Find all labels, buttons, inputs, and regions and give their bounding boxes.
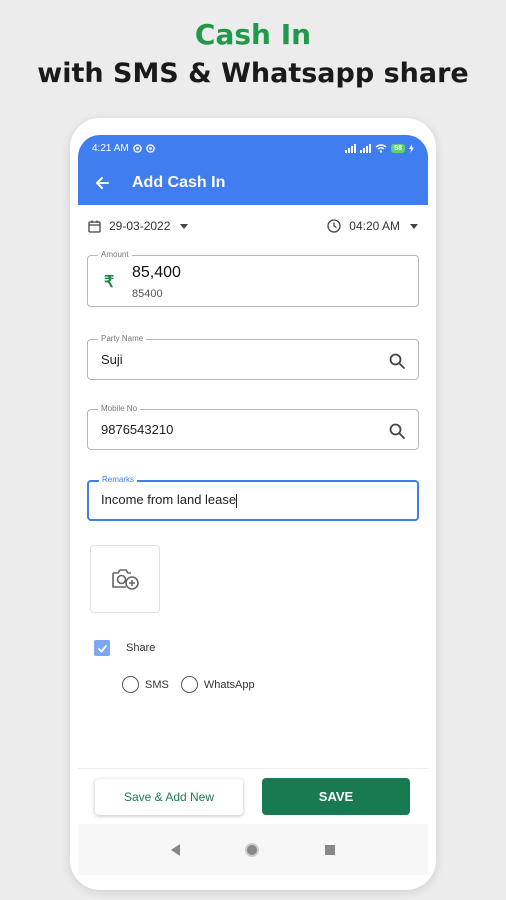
search-icon[interactable] xyxy=(388,422,406,440)
nav-recents-icon[interactable] xyxy=(325,844,336,855)
add-photo-icon xyxy=(112,569,139,590)
remarks-value: Income from land lease xyxy=(101,492,237,507)
amount-label: Amount xyxy=(98,250,132,259)
mobile-no-field[interactable]: Mobile No 9876543210 xyxy=(87,404,419,450)
phone-frame: 4:21 AM 58 Add Cash In 29-03-2022 04:20 … xyxy=(70,118,436,890)
party-name-value: Suji xyxy=(101,352,123,367)
sms-option[interactable]: SMS xyxy=(122,676,169,693)
chevron-down-icon xyxy=(180,223,189,229)
share-options: SMS WhatsApp xyxy=(122,676,255,693)
rupee-icon: ₹ xyxy=(104,274,115,291)
signal-icon xyxy=(360,143,372,153)
whatsapp-option[interactable]: WhatsApp xyxy=(180,676,255,693)
date-picker[interactable]: 29-03-2022 xyxy=(88,219,189,233)
share-label: Share xyxy=(126,642,156,654)
share-checkbox[interactable] xyxy=(94,640,110,656)
battery-icon: 58 xyxy=(391,143,405,153)
app-bar: Add Cash In xyxy=(78,161,428,205)
promo-subtitle: with SMS & Whatsapp share xyxy=(37,58,469,89)
wifi-icon xyxy=(375,143,387,153)
time-value: 04:20 AM xyxy=(349,219,400,233)
signal-icon xyxy=(345,143,357,153)
promo-title: Cash In xyxy=(194,18,312,51)
search-icon[interactable] xyxy=(388,352,406,370)
whatsapp-label: WhatsApp xyxy=(203,678,255,691)
save-button[interactable]: SAVE xyxy=(262,778,410,815)
action-bar: Save & Add New SAVE xyxy=(78,768,428,824)
amount-field[interactable]: Amount ₹ 85,400 85400 xyxy=(87,250,419,307)
amount-raw-value: 85400 xyxy=(132,288,163,300)
party-name-field[interactable]: Party Name Suji xyxy=(87,334,419,380)
mobile-no-value: 9876543210 xyxy=(101,422,174,437)
date-value: 29-03-2022 xyxy=(109,219,171,233)
remarks-label: Remarks xyxy=(99,475,138,484)
status-time: 4:21 AM xyxy=(92,142,129,154)
mobile-no-label: Mobile No xyxy=(98,404,141,413)
add-photo-button[interactable] xyxy=(90,545,160,613)
system-nav-bar xyxy=(78,824,428,875)
app-screen: 4:21 AM 58 Add Cash In 29-03-2022 04:20 … xyxy=(78,135,428,875)
charging-icon xyxy=(409,143,414,153)
chevron-down-icon xyxy=(410,223,418,229)
clock-icon xyxy=(327,219,341,233)
date-time-row: 29-03-2022 04:20 AM xyxy=(88,215,418,237)
notification-icon xyxy=(145,143,155,153)
calendar-icon xyxy=(88,220,101,233)
notification-icon xyxy=(132,143,142,153)
text-cursor xyxy=(236,493,238,508)
nav-home-icon[interactable] xyxy=(245,842,260,857)
save-and-add-new-button[interactable]: Save & Add New xyxy=(95,778,243,815)
page-title: Add Cash In xyxy=(132,174,226,191)
party-name-label: Party Name xyxy=(98,334,147,343)
time-picker[interactable]: 04:20 AM xyxy=(327,219,418,233)
sms-radio[interactable] xyxy=(122,676,139,693)
amount-value: 85,400 xyxy=(132,264,181,281)
remarks-value-wrap: Income from land lease xyxy=(101,492,238,508)
whatsapp-radio[interactable] xyxy=(180,676,198,693)
arrow-left-icon[interactable] xyxy=(90,171,114,195)
sms-label: SMS xyxy=(145,678,169,691)
nav-back-icon[interactable] xyxy=(170,843,180,856)
remarks-field[interactable]: Remarks Income from land lease xyxy=(87,475,419,521)
share-row: Share xyxy=(94,640,155,656)
check-icon xyxy=(97,644,107,653)
status-bar: 4:21 AM 58 xyxy=(78,135,428,161)
